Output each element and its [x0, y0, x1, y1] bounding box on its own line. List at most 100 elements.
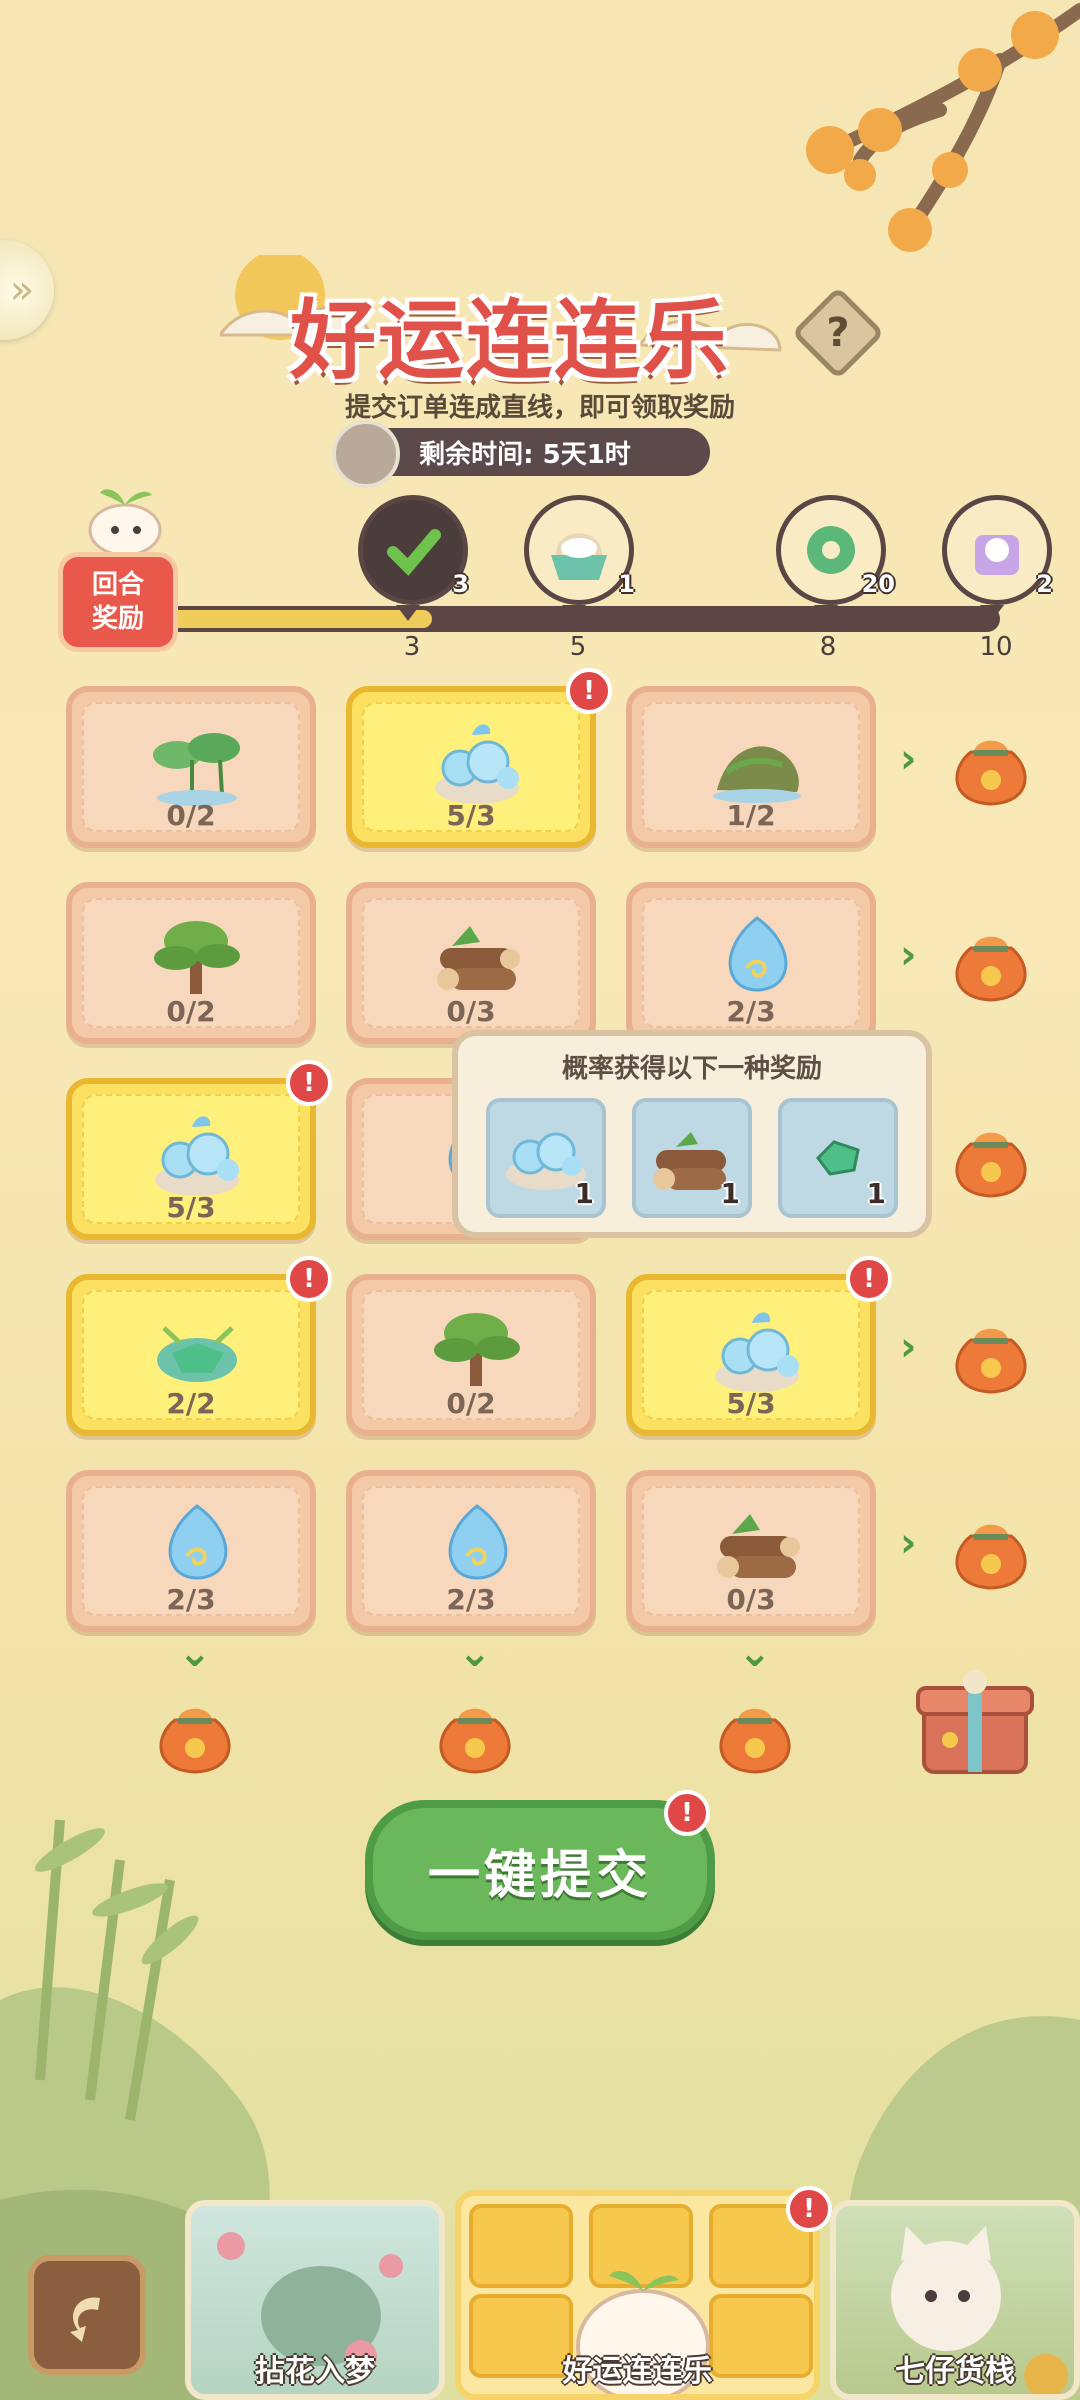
nav-tab-haoyun[interactable]: 好运连连乐 — [455, 2190, 820, 2400]
milestone-3[interactable]: 3 — [358, 495, 469, 621]
pine-tree-icon — [142, 906, 252, 1006]
order-tile[interactable]: 0/3 — [626, 1470, 876, 1632]
order-tile[interactable]: 0/3 — [346, 882, 596, 1044]
chevron-right-icon: › — [900, 736, 917, 782]
alert-icon: ! — [664, 1790, 710, 1836]
order-tile[interactable]: 2/3 — [626, 882, 876, 1044]
milestone-threshold: 10 — [979, 632, 1013, 662]
popup-reward-count: 1 — [720, 1177, 740, 1210]
chevron-right-icon: › — [900, 1324, 917, 1370]
chevron-down-icon: ⌄ — [458, 1630, 492, 1676]
milestone-pin — [562, 605, 586, 621]
back-arrow-icon — [70, 2297, 100, 2342]
popup-reward-count: 1 — [866, 1177, 886, 1210]
double-chevron-right-icon: » — [9, 267, 35, 313]
logs-icon — [702, 1494, 812, 1594]
order-tile[interactable]: 0/2 — [346, 1274, 596, 1436]
column-reward-bag[interactable] — [150, 1690, 240, 1780]
check-icon — [387, 529, 441, 576]
row-reward-bag[interactable] — [946, 722, 1036, 812]
order-tile[interactable]: 5/3 — [626, 1274, 876, 1436]
water-drop-icon — [142, 1494, 252, 1594]
chevron-down-icon: ⌄ — [738, 1630, 772, 1676]
gift-bundle-icon — [975, 535, 1019, 575]
row-reward-bag[interactable] — [946, 918, 1036, 1008]
back-button[interactable] — [28, 2255, 146, 2375]
maple-branch-decoration — [806, 3, 1080, 252]
logs-icon — [422, 906, 532, 1006]
milestone-10[interactable]: 2 — [942, 495, 1053, 621]
expand-side-button[interactable]: » — [0, 240, 54, 340]
round-reward-button[interactable]: 回合 奖励 — [58, 552, 178, 652]
order-tile[interactable]: 2/3 — [346, 1470, 596, 1632]
submit-all-label: 一键提交 — [427, 1845, 652, 1906]
milestone-threshold: 3 — [403, 632, 421, 662]
popup-reward-count: 1 — [574, 1177, 594, 1210]
clock-icon — [332, 420, 400, 488]
alert-icon: ! — [566, 668, 612, 714]
grand-reward-chest-icon[interactable] — [910, 1660, 1040, 1790]
mossy-rock-icon — [702, 710, 812, 810]
time-remaining-text: 剩余时间: 5天1时 — [419, 439, 631, 470]
alert-icon: ! — [286, 1060, 332, 1106]
tile-count: 5/3 — [166, 1191, 216, 1224]
reward-chance-popup: 概率获得以下一种奖励 1 1 1 — [452, 1030, 932, 1238]
row-reward-bag[interactable] — [946, 1506, 1036, 1596]
nav-tab-label: 好运连连乐 — [562, 2354, 713, 2389]
milestone-pin — [980, 605, 1004, 621]
tile-count: 2/2 — [166, 1387, 216, 1420]
water-drop-icon — [422, 1494, 532, 1594]
chevron-right-icon: › — [900, 932, 917, 978]
column-reward-bag[interactable] — [710, 1690, 800, 1780]
milestone-5[interactable]: 1 — [524, 495, 635, 621]
round-reward-label-1: 回合 — [91, 570, 144, 600]
milestone-pin — [814, 605, 838, 621]
row-reward-bag[interactable] — [946, 1114, 1036, 1204]
column-reward-bag[interactable] — [430, 1690, 520, 1780]
tile-count: 2/3 — [166, 1583, 216, 1616]
tile-count: 0/2 — [166, 995, 216, 1028]
water-bubbles-icon — [422, 710, 532, 810]
popup-reward-water-bubbles: 1 — [486, 1098, 606, 1218]
order-tile[interactable]: 2/3 — [66, 1470, 316, 1632]
milestone-8[interactable]: 20 — [776, 495, 895, 621]
popup-title: 概率获得以下一种奖励 — [561, 1054, 822, 1084]
milestone-threshold: 8 — [819, 632, 837, 662]
tile-count: 0/2 — [166, 799, 216, 832]
sprout-mascot-icon — [88, 489, 162, 555]
tile-count: 5/3 — [726, 1387, 776, 1420]
tile-count: 5/3 — [446, 799, 496, 832]
order-tile[interactable]: 1/2 — [626, 686, 876, 848]
submit-all-button[interactable]: 一键提交 — [365, 1800, 715, 1940]
milestone-pin — [396, 605, 420, 621]
row-reward-bag[interactable] — [946, 1310, 1036, 1400]
tile-count: 1/2 — [726, 799, 776, 832]
order-tile[interactable]: 5/3 — [66, 1078, 316, 1240]
order-tile[interactable]: 2/2 — [66, 1274, 316, 1436]
question-icon: ? — [826, 310, 850, 356]
nav-tab-nianhua[interactable]: 拈花入梦 — [185, 2200, 445, 2400]
order-tile[interactable]: 0/2 — [66, 882, 316, 1044]
milestone-threshold: 5 — [569, 632, 587, 662]
chevron-right-icon: › — [900, 1520, 917, 1566]
tile-count: 0/2 — [446, 1387, 496, 1420]
alert-icon: ! — [286, 1256, 332, 1302]
milestone-count: 2 — [1036, 570, 1053, 598]
order-tile[interactable]: 5/3 — [346, 686, 596, 848]
alert-icon: ! — [846, 1256, 892, 1302]
jade-bundle-icon — [142, 1298, 252, 1398]
milestone-count: 1 — [618, 570, 635, 598]
order-tile[interactable]: 0/2 — [66, 686, 316, 848]
nav-tab-label: 七仔货栈 — [895, 2354, 1015, 2389]
tile-count: 0/3 — [726, 1583, 776, 1616]
milestone-count: 20 — [861, 570, 895, 598]
round-reward-label-2: 奖励 — [91, 604, 144, 634]
alert-icon: ! — [786, 2186, 832, 2232]
milestone-count: 3 — [452, 570, 469, 598]
chevron-down-icon: ⌄ — [178, 1630, 212, 1676]
tile-count: 2/3 — [726, 995, 776, 1028]
lotus-leaf-icon — [142, 710, 252, 810]
nav-tab-qizai[interactable]: 七仔货栈 — [830, 2200, 1080, 2400]
popup-reward-logs: 1 — [632, 1098, 752, 1218]
popup-reward-jade: 1 — [778, 1098, 898, 1218]
